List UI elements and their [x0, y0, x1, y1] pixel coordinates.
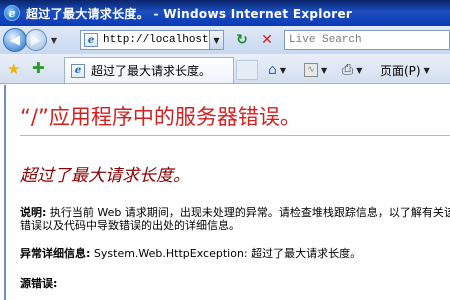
error-subheading: 超过了最大请求长度。: [20, 166, 190, 186]
home-icon: ⌂: [268, 62, 277, 78]
tab-title: 超过了最大请求长度。: [91, 64, 212, 78]
source-error-label: 源错误:: [20, 277, 58, 290]
description-label: 说明:: [20, 206, 47, 219]
address-dropdown-icon[interactable]: ▼: [209, 31, 223, 49]
description-text: 执行当前 Web 请求期间，出现未处理的异常。请检查堆栈跟踪信息，以了解有关该错…: [20, 206, 450, 232]
page-icon: e: [84, 33, 98, 47]
page-menu-button[interactable]: 页面(P) ▼: [380, 61, 430, 79]
new-tab-button[interactable]: [236, 60, 258, 80]
window-title: 超过了最大请求长度。 - Windows Internet Explorer: [26, 6, 353, 21]
exception-label: 异常详细信息:: [20, 247, 91, 260]
exception-text: System.Web.HttpException: 超过了最大请求长度。: [93, 247, 362, 260]
printer-icon: ⎙: [342, 62, 354, 78]
page-menu-dropdown-icon[interactable]: ▼: [424, 66, 430, 75]
address-bar[interactable]: e http://localhost/ ▼: [80, 30, 224, 50]
stop-icon[interactable]: ✕: [257, 31, 277, 49]
print-dropdown-icon[interactable]: ▼: [356, 66, 362, 75]
search-input[interactable]: Live Search: [284, 30, 450, 50]
divider: [20, 135, 450, 136]
refresh-icon[interactable]: ↻: [232, 31, 252, 49]
tab-page-icon: e: [71, 63, 85, 78]
rss-feed-icon: ∿: [304, 63, 318, 77]
address-input[interactable]: http://localhost/: [103, 34, 215, 46]
feeds-dropdown-icon[interactable]: ▼: [321, 66, 327, 75]
source-error-paragraph: 源错误:: [20, 277, 450, 290]
add-favorite-icon[interactable]: ✚: [32, 59, 45, 77]
tab-command-bar: ★ ✚ e 超过了最大请求长度。 ⌂ ▼ ∿ ▼ ⎙ ▼ 页面(P) ▼: [0, 54, 450, 84]
exception-paragraph: 异常详细信息: System.Web.HttpException: 超过了最大请…: [20, 247, 450, 260]
forward-arrow-icon[interactable]: ▶: [25, 29, 47, 51]
page-content: “/”应用程序中的服务器错误。 超过了最大请求长度。 说明: 执行当前 Web …: [4, 85, 450, 300]
tab-current-page[interactable]: e 超过了最大请求长度。: [64, 57, 234, 83]
back-arrow-icon[interactable]: ◀: [3, 28, 27, 52]
print-button[interactable]: ⎙ ▼: [342, 61, 362, 79]
error-heading: “/”应用程序中的服务器错误。: [20, 105, 301, 129]
home-dropdown-icon[interactable]: ▼: [280, 66, 286, 75]
feeds-button[interactable]: ∿ ▼: [304, 61, 327, 79]
page-menu-label: 页面(P): [380, 63, 421, 78]
ie-logo-icon: e: [4, 5, 20, 21]
navigation-bar: ◀ ▶ ▼ e http://localhost/ ▼ ↻ ✕ Live Sea…: [0, 26, 450, 54]
window-titlebar: e 超过了最大请求长度。 - Windows Internet Explorer: [0, 0, 450, 26]
description-paragraph: 说明: 执行当前 Web 请求期间，出现未处理的异常。请检查堆栈跟踪信息，以了解…: [20, 206, 450, 232]
favorites-star-icon[interactable]: ★: [7, 60, 20, 78]
home-button[interactable]: ⌂ ▼: [268, 61, 286, 79]
recent-pages-dropdown-icon[interactable]: ▼: [49, 36, 59, 45]
